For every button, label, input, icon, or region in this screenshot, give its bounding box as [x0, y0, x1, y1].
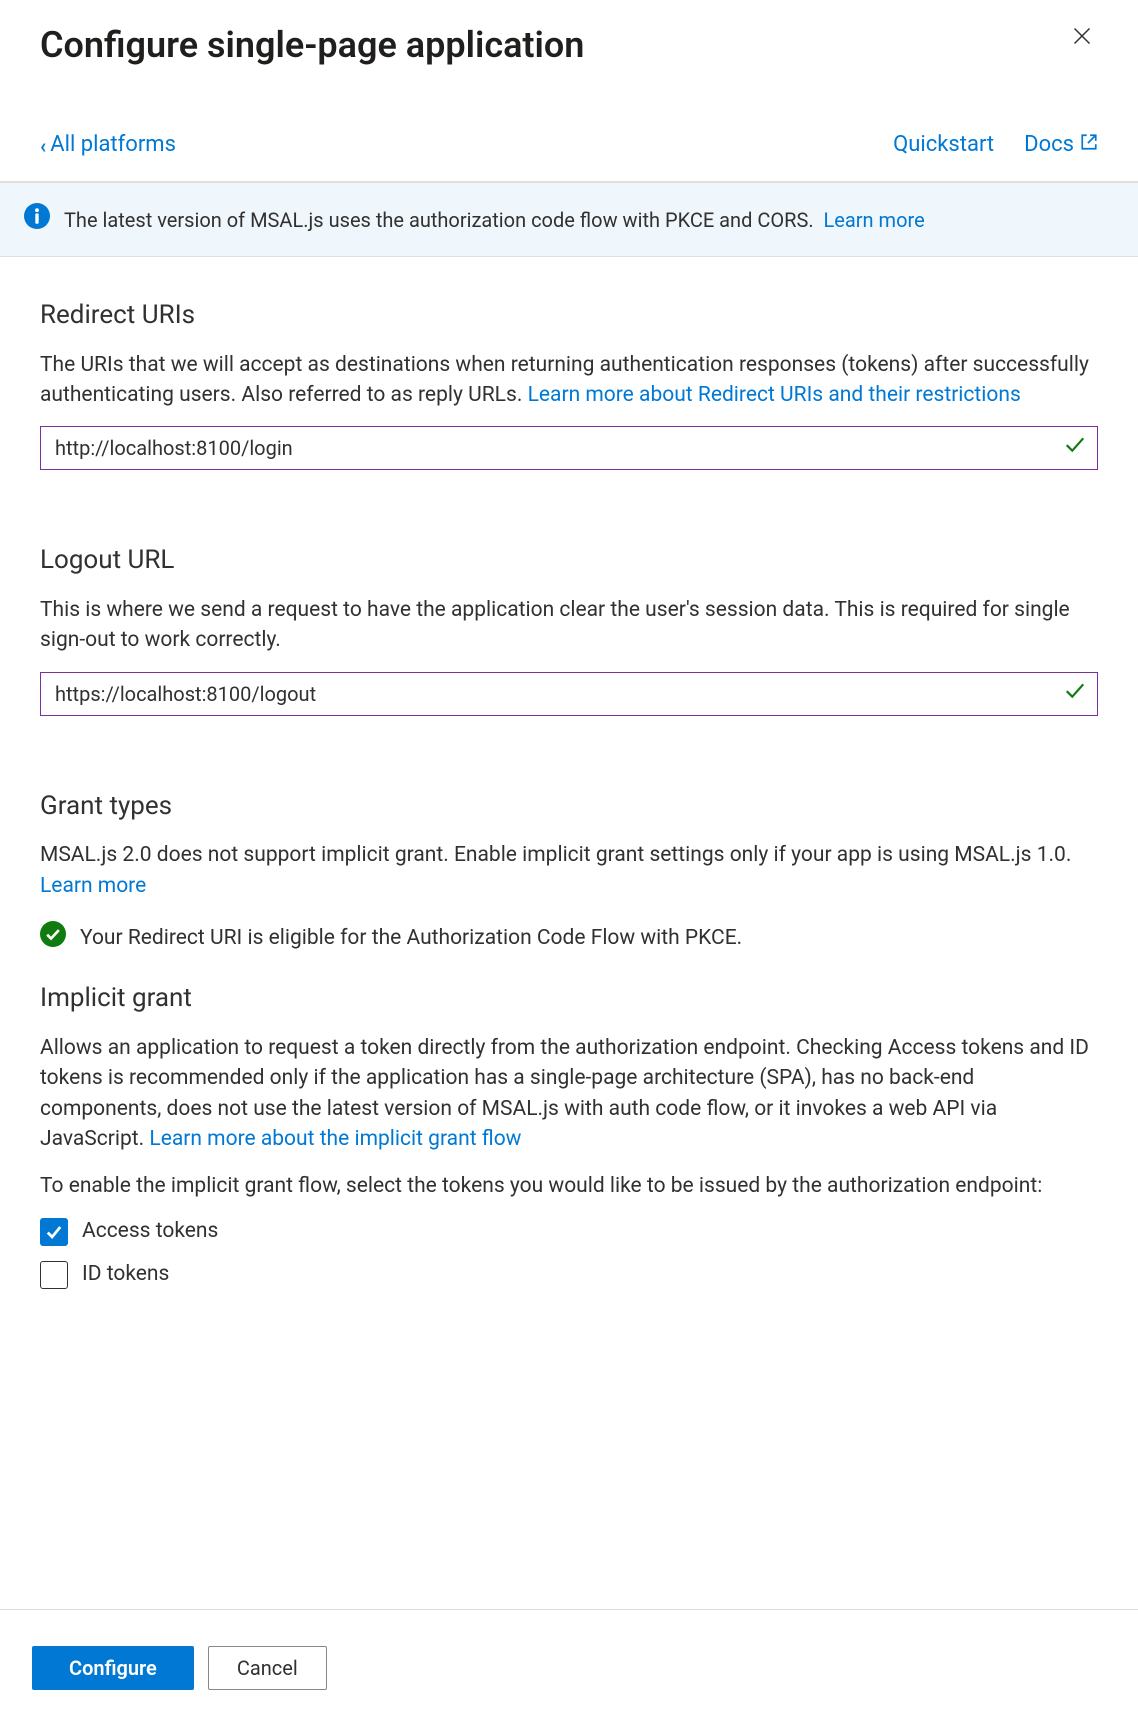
redirect-uris-heading: Redirect URIs	[40, 297, 1098, 333]
grant-types-learn-more-link[interactable]: Learn more	[40, 874, 146, 898]
banner-text: The latest version of MSAL.js uses the a…	[64, 208, 814, 232]
eligibility-success-message: Your Redirect URI is eligible for the Au…	[40, 921, 1098, 956]
implicit-enable-text: To enable the implicit grant flow, selec…	[40, 1171, 1098, 1201]
access-tokens-checkbox-row[interactable]: Access tokens	[40, 1217, 1098, 1246]
success-check-icon	[40, 921, 66, 956]
close-icon	[1072, 34, 1092, 49]
id-tokens-checkbox-row[interactable]: ID tokens	[40, 1260, 1098, 1289]
grant-types-description: MSAL.js 2.0 does not support implicit gr…	[40, 840, 1098, 901]
quickstart-link[interactable]: Quickstart	[893, 130, 994, 161]
redirect-uris-description: The URIs that we will accept as destinat…	[40, 350, 1098, 411]
implicit-grant-heading: Implicit grant	[40, 980, 1098, 1016]
logout-url-description: This is where we send a request to have …	[40, 595, 1098, 656]
checkmark-icon	[1064, 434, 1086, 463]
implicit-learn-more-link[interactable]: Learn more about the implicit grant flow	[149, 1127, 521, 1151]
docs-link-label: Docs	[1024, 130, 1074, 161]
footer-divider	[0, 1609, 1138, 1610]
page-title: Configure single-page application	[40, 20, 584, 70]
back-all-platforms-link[interactable]: ‹ All platforms	[40, 130, 176, 161]
external-link-icon	[1074, 130, 1098, 161]
grant-types-heading: Grant types	[40, 788, 1098, 824]
access-tokens-checkbox[interactable]	[40, 1218, 68, 1246]
checkmark-icon	[1064, 679, 1086, 708]
redirect-learn-more-link[interactable]: Learn more about Redirect URIs and their…	[528, 383, 1021, 407]
info-icon	[24, 203, 50, 236]
implicit-grant-description: Allows an application to request a token…	[40, 1033, 1098, 1155]
logout-url-heading: Logout URL	[40, 542, 1098, 578]
info-banner: The latest version of MSAL.js uses the a…	[0, 182, 1138, 257]
close-button[interactable]	[1066, 20, 1098, 55]
back-link-label: All platforms	[50, 130, 176, 161]
configure-button[interactable]: Configure	[32, 1646, 194, 1690]
id-tokens-checkbox[interactable]	[40, 1261, 68, 1289]
success-text: Your Redirect URI is eligible for the Au…	[80, 924, 742, 953]
redirect-uri-input[interactable]	[40, 426, 1098, 470]
banner-learn-more-link[interactable]: Learn more	[824, 208, 925, 232]
access-tokens-label: Access tokens	[82, 1217, 218, 1246]
cancel-button[interactable]: Cancel	[208, 1646, 327, 1690]
logout-url-input[interactable]	[40, 672, 1098, 716]
chevron-left-icon: ‹	[40, 132, 46, 160]
docs-link[interactable]: Docs	[1024, 130, 1098, 161]
id-tokens-label: ID tokens	[82, 1260, 169, 1289]
